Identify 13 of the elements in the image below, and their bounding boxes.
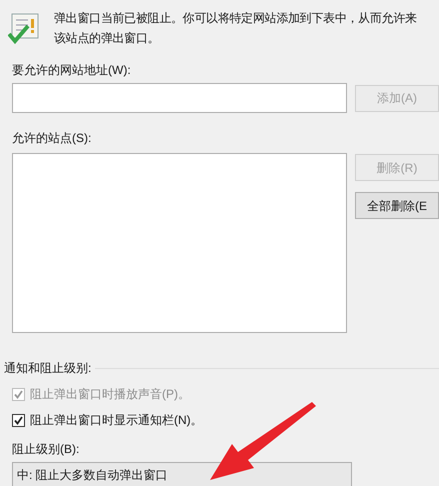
field-label: 要允许的网站地址(W): — [12, 62, 132, 78]
list-button[interactable]: 全部删除(E — [355, 192, 439, 219]
intro-text: 该站点的弹出窗口。 — [54, 30, 160, 47]
list-label: 允许的站点(S): — [12, 130, 92, 146]
address-field[interactable] — [12, 83, 347, 113]
warning-check-icon — [8, 12, 40, 46]
checkbox[interactable] — [12, 414, 25, 426]
checkbox-label: 阻止弹出窗口时播放声音(P)。 — [30, 386, 190, 402]
group-heading: 通知和阻止级别: — [4, 360, 92, 376]
field-label: 阻止级别(B): — [12, 441, 80, 457]
level-dropdown[interactable]: 中: 阻止大多数自动弹出窗口 — [12, 462, 352, 486]
checkbox-label: 阻止弹出窗口时显示通知栏(N)。 — [30, 412, 203, 428]
intro-text: 弹出窗口当前已被阻止。你可以将特定网站添加到下表中，从而允许来 — [54, 10, 417, 27]
